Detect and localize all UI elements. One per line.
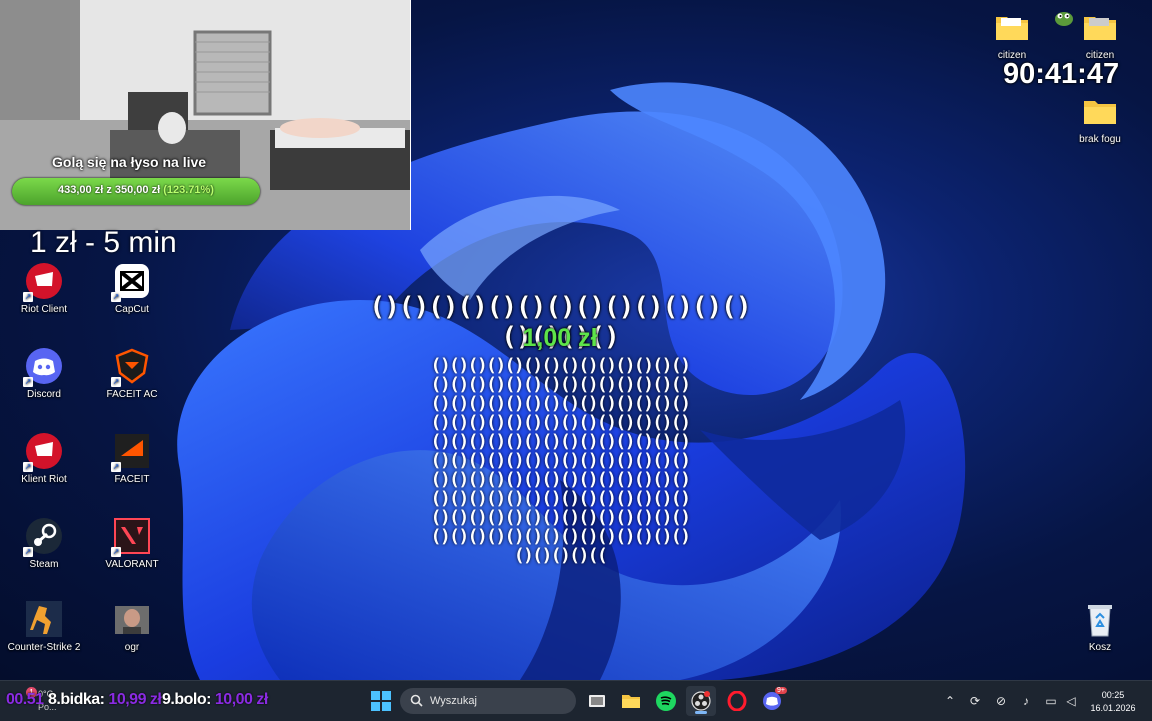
goal-current: 433,00 zł: [58, 184, 104, 196]
goal-progress-text: 433,00 zł z 350,00 zł (123.71%): [12, 184, 260, 196]
tray-mic-off-icon[interactable]: ⊘: [993, 693, 1009, 709]
desktop-icon-label: Discord: [27, 389, 61, 400]
desktop-icon-citizen-1[interactable]: citizen: [974, 8, 1050, 61]
goal-title: Golą się na łyso na live: [52, 154, 207, 170]
spotify-icon: [656, 691, 676, 711]
discord-icon: [763, 692, 781, 710]
taskbar-clock[interactable]: 00:25 16.01.2026: [1082, 689, 1144, 715]
ticker-item-partial: 00.51: [6, 691, 44, 708]
pepe-emote-icon: [1054, 10, 1074, 26]
faceit-icon: ↗: [111, 432, 151, 472]
desktop-icon-ogr[interactable]: ogr: [94, 600, 170, 653]
donation-ticker: 1 0°C Po... 00.51 8.bidka: 10,99 zł 9.bo…: [0, 681, 300, 721]
task-view-icon: [589, 695, 605, 707]
active-indicator: [695, 711, 707, 714]
desktop-icon-faceit-ac[interactable]: ↗ FACEIT AC: [94, 347, 170, 400]
donation-amount: 1,00 zł: [522, 324, 598, 352]
desktop-icon-klient-riot[interactable]: ↗ Klient Riot: [6, 432, 82, 485]
desktop-icon-label: FACEIT AC: [106, 389, 158, 400]
discord-icon: ↗: [23, 347, 63, 387]
desktop-icon-recycle-bin[interactable]: Kosz: [1062, 600, 1138, 653]
taskbar-search[interactable]: Wyszukaj: [400, 688, 576, 714]
taskbar-file-explorer[interactable]: [616, 686, 646, 716]
taskbar-opera[interactable]: [722, 686, 752, 716]
desktop-icon-label: CapCut: [115, 304, 149, 315]
riot-client-icon: ↗: [23, 432, 63, 472]
task-view-button[interactable]: [582, 686, 612, 716]
folder-icon: [1081, 8, 1119, 46]
rate-label: 1 zł - 5 min: [30, 226, 177, 259]
goal-percent: (123.71%): [163, 184, 214, 196]
stream-timer: 90:41:47: [1003, 58, 1120, 90]
desktop-icon-label: Steam: [29, 559, 59, 570]
faceit-ac-icon: ↗: [111, 347, 151, 387]
ticker-item-9: 9.bolo: 10,00 zł: [162, 691, 268, 708]
steam-icon: ↗: [23, 517, 63, 557]
riot-client-icon: ↗: [23, 262, 63, 302]
taskbar-discord[interactable]: 9+: [757, 686, 787, 716]
folder-icon: [1081, 92, 1119, 130]
desktop-icon-faceit[interactable]: ↗ FACEIT: [94, 432, 170, 485]
ticker-item-8: 8.bidka: 10,99 zł: [48, 691, 162, 708]
desktop-icon-valorant[interactable]: ↗ VALORANT: [94, 517, 170, 570]
start-button[interactable]: [366, 686, 396, 716]
desktop-icon-label: Riot Client: [20, 304, 68, 315]
tray-sync-icon[interactable]: ⟳: [967, 693, 983, 709]
tray-overflow-chevron-up-icon[interactable]: ⌃: [942, 693, 958, 709]
desktop-icon-label: Counter-Strike 2: [7, 642, 81, 653]
valorant-icon: ↗: [111, 517, 151, 557]
taskbar-obs[interactable]: [686, 686, 716, 716]
desktop-icon-label: FACEIT: [114, 474, 150, 485]
desktop-icon-riot-client[interactable]: ↗ Riot Client: [6, 262, 82, 315]
desktop-icon-discord[interactable]: ↗ Discord: [6, 347, 82, 400]
capcut-icon: ↗: [111, 262, 151, 302]
tray-volume-icon[interactable]: ◁: [1063, 693, 1079, 709]
desktop-icon-brak-fogu[interactable]: brak fogu: [1062, 92, 1138, 145]
desktop-icon-capcut[interactable]: ↗ CapCut: [94, 262, 170, 315]
taskbar: 1 0°C Po... 00.51 8.bidka: 10,99 zł 9.bo…: [0, 680, 1152, 721]
desktop-icon-label: brak fogu: [1079, 134, 1121, 145]
search-placeholder: Wyszukaj: [430, 695, 477, 707]
folder-icon: [993, 8, 1031, 46]
desktop-icon-label: VALORANT: [105, 559, 159, 570]
folder-icon: [622, 695, 640, 708]
goal-progress-bar: 433,00 zł z 350,00 zł (123.71%): [12, 178, 260, 205]
taskbar-spotify[interactable]: [651, 686, 681, 716]
recycle-bin-icon: [1081, 600, 1119, 638]
photo-thumbnail-icon: [113, 600, 151, 638]
webcam-overlay: Golą się na łyso na live 433,00 zł z 350…: [0, 0, 411, 230]
counter-strike-icon: [25, 600, 63, 638]
clock-date: 16.01.2026: [1090, 703, 1136, 713]
desktop-icon-label: Kosz: [1088, 642, 1112, 653]
goal-target: 350,00 zł: [114, 184, 161, 196]
goal-separator: z: [106, 184, 112, 196]
opera-icon: [727, 691, 747, 711]
windows-icon: [371, 691, 391, 711]
tray-microphone-icon[interactable]: ♪: [1018, 693, 1034, 709]
search-icon: [410, 694, 423, 707]
desktop-icon-steam[interactable]: ↗ Steam: [6, 517, 82, 570]
obs-icon: [691, 691, 711, 711]
desktop-icon-label: Klient Riot: [21, 474, 67, 485]
desktop-icon-label: ogr: [124, 642, 140, 653]
clock-time: 00:25: [1101, 690, 1125, 700]
donation-message: ()()()()()()()()()()()()()()()()()()()()…: [430, 355, 691, 566]
tray-network-icon[interactable]: ▭: [1043, 693, 1059, 709]
discord-badge: 9+: [775, 687, 787, 694]
desktop-icon-counter-strike-2[interactable]: Counter-Strike 2: [6, 600, 82, 653]
